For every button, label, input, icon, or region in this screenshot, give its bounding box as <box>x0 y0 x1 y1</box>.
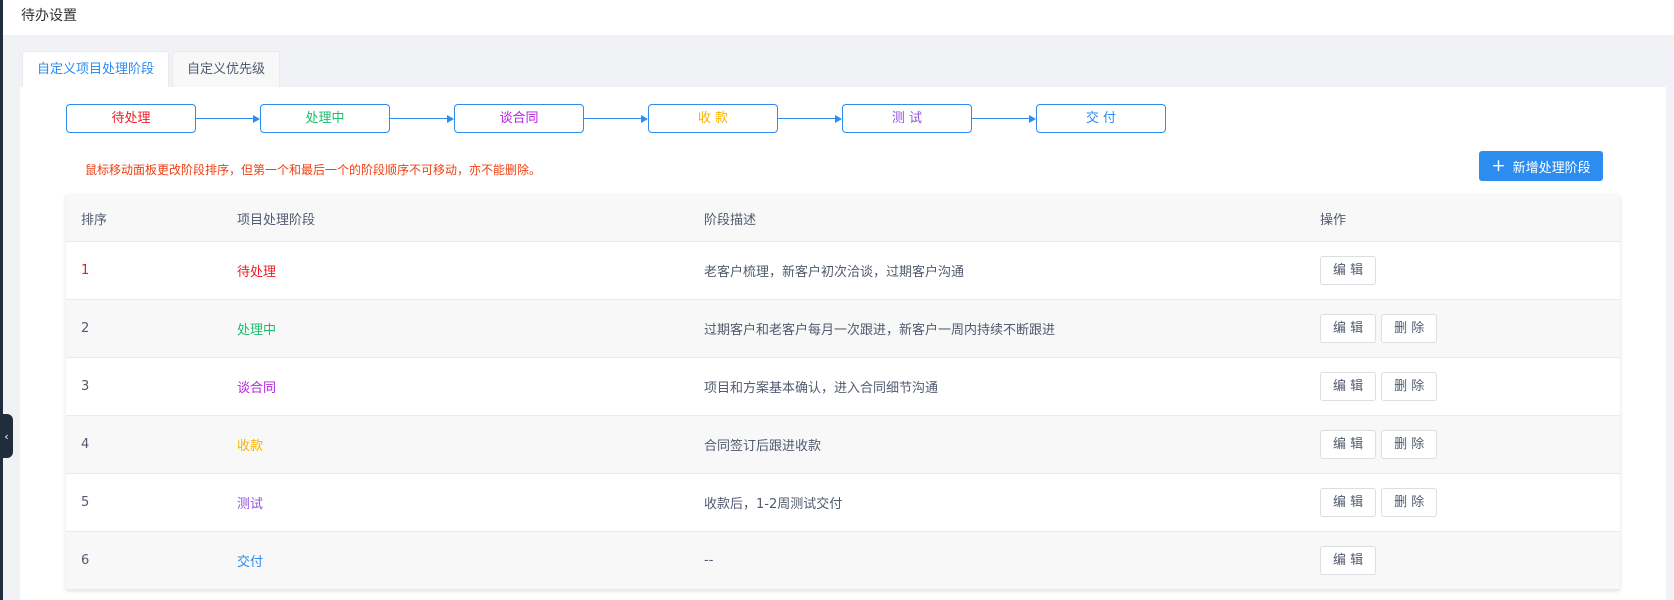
row-order: 4 <box>81 437 90 452</box>
row-order: 2 <box>81 321 90 336</box>
add-stage-label: 新增处理阶段 <box>1512 160 1591 176</box>
row-order: 6 <box>81 553 90 568</box>
row-actions: 编 辑 <box>1309 546 1620 575</box>
row-description: 收款后，1-2周测试交付 <box>704 497 843 512</box>
flow-stage-payment[interactable]: 收 款 <box>648 104 778 133</box>
flow-stage-processing[interactable]: 处理中 <box>260 104 390 133</box>
table-row[interactable]: 3 谈合同 项目和方案基本确认，进入合同细节沟通 编 辑 删 除 <box>66 358 1620 416</box>
row-actions: 编 辑 删 除 <box>1309 430 1620 459</box>
page-title: 待办设置 <box>21 8 77 24</box>
flow-arrow-icon <box>390 104 454 133</box>
row-stage-name: 收款 <box>237 439 264 454</box>
page-header: 待办设置 <box>3 0 1674 35</box>
table-row[interactable]: 1 待处理 老客户梳理，新客户初次洽谈，过期客户沟通 编 辑 <box>66 242 1620 300</box>
settings-panel: 待处理 处理中 谈合同 收 款 测 试 交 付 鼠标移动面板更改阶段排序，但第一… <box>20 87 1666 600</box>
column-header-description: 阶段描述 <box>704 212 757 228</box>
row-actions: 编 辑 删 除 <box>1309 488 1620 517</box>
delete-button[interactable]: 删 除 <box>1381 372 1438 401</box>
row-actions: 编 辑 删 除 <box>1309 314 1620 343</box>
delete-button[interactable]: 删 除 <box>1381 430 1438 459</box>
flow-stage-testing[interactable]: 测 试 <box>842 104 972 133</box>
scrollbar-track[interactable] <box>1666 87 1674 600</box>
row-description: 项目和方案基本确认，进入合同细节沟通 <box>704 381 939 396</box>
flow-arrow-icon <box>972 104 1036 133</box>
flow-stage-contract[interactable]: 谈合同 <box>454 104 584 133</box>
flow-arrow-icon <box>196 104 260 133</box>
edit-button[interactable]: 编 辑 <box>1320 430 1377 459</box>
chevron-left-icon: ‹ <box>4 429 9 443</box>
column-header-actions: 操作 <box>1320 212 1347 228</box>
edit-button[interactable]: 编 辑 <box>1320 546 1377 575</box>
table-row[interactable]: 6 交付 -- 编 辑 <box>66 532 1620 590</box>
row-actions: 编 辑 <box>1309 256 1620 285</box>
row-stage-name: 谈合同 <box>237 381 277 396</box>
table-row[interactable]: 2 处理中 过期客户和老客户每月一次跟进，新客户一周内持续不断跟进 编 辑 删 … <box>66 300 1620 358</box>
row-description: 老客户梳理，新客户初次洽谈，过期客户沟通 <box>704 265 965 280</box>
row-stage-name: 待处理 <box>237 265 277 280</box>
plus-icon: + <box>1491 155 1506 176</box>
sort-hint: 鼠标移动面板更改阶段排序，但第一个和最后一个的阶段顺序不可移动，亦不能删除。 <box>85 163 542 177</box>
flow-stage-pending[interactable]: 待处理 <box>66 104 196 133</box>
flow-stage-delivery[interactable]: 交 付 <box>1036 104 1166 133</box>
table-header: 排序 项目处理阶段 阶段描述 操作 <box>66 195 1620 242</box>
table-row[interactable]: 4 收款 合同签订后跟进收款 编 辑 删 除 <box>66 416 1620 474</box>
sidebar-toggle-button[interactable]: ‹ <box>0 414 13 458</box>
row-actions: 编 辑 删 除 <box>1309 372 1620 401</box>
row-order: 3 <box>81 379 90 394</box>
flow-arrow-icon <box>778 104 842 133</box>
column-header-stage: 项目处理阶段 <box>237 212 316 228</box>
tab-bar: 自定义项目处理阶段 自定义优先级 <box>22 51 283 87</box>
row-description: 过期客户和老客户每月一次跟进，新客户一周内持续不断跟进 <box>704 323 1056 338</box>
add-stage-button[interactable]: + 新增处理阶段 <box>1479 151 1603 181</box>
row-stage-name: 交付 <box>237 555 264 570</box>
delete-button[interactable]: 删 除 <box>1381 314 1438 343</box>
table-row[interactable]: 5 测试 收款后，1-2周测试交付 编 辑 删 除 <box>66 474 1620 532</box>
tab-custom-priority[interactable]: 自定义优先级 <box>172 51 281 87</box>
stages-table: 排序 项目处理阶段 阶段描述 操作 1 待处理 老客户梳理，新客户初次洽谈，过期… <box>66 195 1620 590</box>
row-description: -- <box>704 553 714 568</box>
flow-arrow-icon <box>584 104 648 133</box>
row-order: 5 <box>81 495 90 510</box>
edit-button[interactable]: 编 辑 <box>1320 256 1377 285</box>
sidebar-edge <box>0 0 3 600</box>
edit-button[interactable]: 编 辑 <box>1320 314 1377 343</box>
column-header-order: 排序 <box>81 212 108 228</box>
stage-flow: 待处理 处理中 谈合同 收 款 测 试 交 付 <box>66 104 1166 133</box>
delete-button[interactable]: 删 除 <box>1381 488 1438 517</box>
row-description: 合同签订后跟进收款 <box>704 439 822 454</box>
row-stage-name: 测试 <box>237 497 264 512</box>
row-order: 1 <box>81 263 90 278</box>
tab-custom-stages[interactable]: 自定义项目处理阶段 <box>22 51 170 87</box>
edit-button[interactable]: 编 辑 <box>1320 372 1377 401</box>
row-stage-name: 处理中 <box>237 323 277 338</box>
edit-button[interactable]: 编 辑 <box>1320 488 1377 517</box>
